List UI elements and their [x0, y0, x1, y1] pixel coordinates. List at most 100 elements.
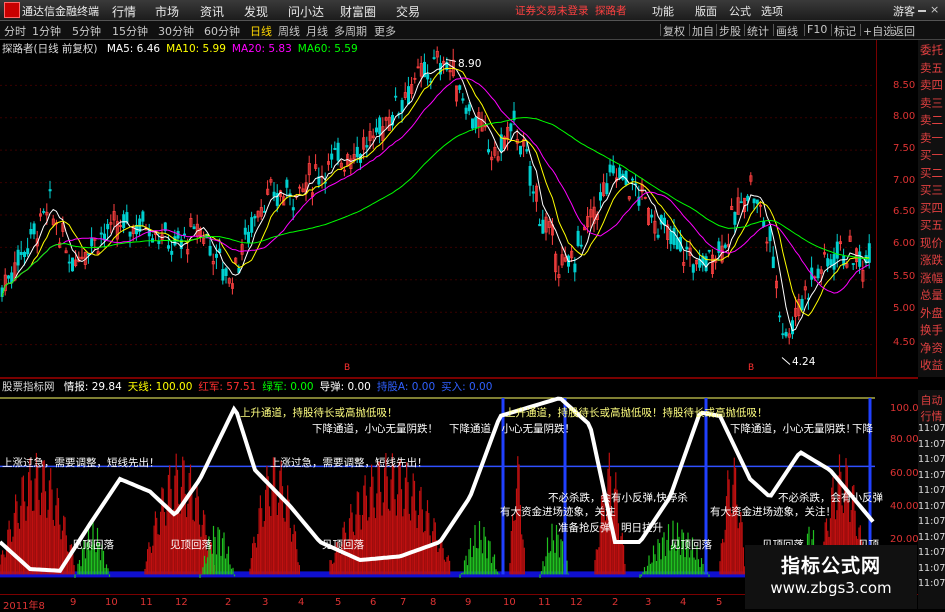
indicator-text: 见顶回落	[72, 539, 114, 551]
menu-item[interactable]: 市场	[155, 3, 179, 20]
quote-field-label: 现价	[920, 235, 943, 250]
toolbar-separator	[773, 24, 774, 36]
candle-body	[42, 211, 46, 213]
period-tab[interactable]: 多周期	[334, 23, 367, 39]
indicator-text: 见顶回落	[670, 539, 712, 551]
ma-legend: 探路者(日线 前复权) MA5: 6.46 MA10: 5.99 MA20: 5.8…	[2, 41, 358, 55]
period-tab[interactable]: 月线	[306, 23, 328, 39]
period-tab[interactable]: 更多	[374, 23, 396, 39]
candle-body	[611, 165, 615, 174]
quote-field-label: 卖一	[920, 130, 943, 145]
candle-body	[528, 165, 532, 186]
period-tab[interactable]: 5分钟	[72, 23, 101, 39]
candle-body	[192, 226, 196, 230]
right-menu-item[interactable]: 版面	[695, 3, 717, 19]
candle-body	[474, 117, 478, 129]
menu-item[interactable]: 问小达	[288, 3, 324, 20]
period-tab[interactable]: 60分钟	[204, 23, 240, 39]
low-annotation: 4.24	[792, 356, 816, 368]
indicator-text: 有大资金进场迹象，关注！	[710, 506, 836, 518]
candle-body	[374, 127, 378, 133]
toolbar-button[interactable]: 标记	[834, 23, 856, 39]
time-panel-item: 11:07	[918, 438, 945, 450]
period-tab[interactable]: 1分钟	[32, 23, 61, 39]
time-panel-item: 11:07	[918, 500, 945, 512]
login-warning[interactable]: 证券交易未登录	[515, 3, 589, 18]
ma-line	[1, 62, 870, 332]
price-tick: 6.00	[893, 238, 916, 249]
candle-body	[221, 269, 225, 281]
toolbar-button[interactable]: 复权	[663, 23, 685, 39]
date-tick: 4	[298, 597, 305, 608]
menu-bar: 通达信金融终端 证券交易未登录 探路者 游客 × 行情 市场 资讯 发现 问小达 财富圈 交…	[0, 0, 945, 21]
time-panel-item: 11:07	[918, 547, 945, 558]
candle-body	[333, 147, 337, 150]
candle-body	[272, 191, 276, 197]
menu-item[interactable]: 资讯	[200, 3, 224, 20]
stock-title: 探路者(日线 前复权)	[2, 43, 98, 55]
candle-body	[253, 215, 257, 219]
user-name[interactable]: 探路者	[595, 3, 627, 18]
candle-body	[16, 249, 20, 266]
candle-body	[618, 167, 622, 179]
indicator-text: 上涨过急，需要调整，短线先出！	[2, 457, 160, 469]
period-tab[interactable]: 周线	[278, 23, 300, 39]
period-tab[interactable]: 30分钟	[158, 23, 194, 39]
toolbar-separator	[831, 24, 832, 36]
candle-body	[858, 251, 862, 267]
toolbar-separator	[689, 24, 690, 36]
price-tick: 6.50	[893, 206, 916, 217]
indicator-text: 下降通道，小心无量阴跌！	[312, 423, 438, 435]
candle-body	[426, 73, 430, 80]
close-icon[interactable]: ×	[930, 4, 939, 15]
menu-item[interactable]: 行情	[112, 3, 136, 20]
candle-body	[755, 199, 759, 204]
indicator-text: 有大资金进场迹象，关注	[500, 506, 616, 518]
candle-body	[691, 264, 695, 273]
candle-body	[461, 98, 465, 101]
toolbar-separator	[660, 24, 661, 36]
candle-body	[224, 268, 228, 276]
guest-label[interactable]: 游客	[893, 3, 915, 19]
candle-body	[669, 230, 673, 245]
quote-field-label: 委托	[920, 43, 943, 57]
time-panel-item: 11:07	[918, 454, 945, 465]
toolbar-button[interactable]: 统计	[747, 23, 769, 39]
indicator-chart[interactable]	[0, 390, 875, 590]
candle-body	[330, 153, 334, 160]
toolbar-button[interactable]: 返回	[893, 23, 915, 39]
candle-body	[182, 233, 186, 236]
toolbar-button[interactable]: 加自	[692, 23, 714, 39]
toolbar-separator	[860, 24, 861, 36]
ma-line	[1, 77, 870, 297]
menu-item[interactable]: 发现	[244, 3, 268, 20]
period-tab[interactable]: 15分钟	[112, 23, 148, 39]
candle-body	[746, 195, 750, 202]
right-menu-item[interactable]: 功能	[652, 3, 674, 19]
right-menu-item[interactable]: 公式	[729, 3, 751, 19]
candle-body	[29, 228, 33, 235]
period-tab[interactable]: 日线	[250, 23, 272, 39]
quote-panel: 委托 卖五 卖四 卖三 卖二 卖一 买一 买二 买三 买四 买五 现价 涨跌 涨幅 总量 外盘 换手 净资 收益	[918, 40, 945, 377]
period-tab[interactable]: 分时	[4, 23, 26, 39]
right-menu-item[interactable]: 选项	[761, 3, 783, 19]
toolbar-button[interactable]: 步股	[719, 23, 741, 39]
toolbar-button[interactable]: F10	[807, 23, 827, 36]
candle-body	[531, 191, 535, 194]
candle-body	[519, 145, 523, 155]
menu-item[interactable]: 财富圈	[340, 3, 376, 20]
candle-body	[122, 214, 126, 229]
toolbar-separator	[890, 24, 891, 36]
time-panel-item: 11:07	[918, 562, 945, 574]
date-tick: 9	[465, 597, 472, 608]
menu-item[interactable]: 交易	[396, 3, 420, 20]
ma-legend-item: MA10: 5.99	[166, 43, 226, 55]
high-annotation: 8.90	[458, 58, 482, 70]
minimize-icon[interactable]	[918, 10, 926, 12]
candle-body	[470, 118, 474, 129]
toolbar-button[interactable]: 画线	[776, 23, 798, 39]
price-chart[interactable]: BB	[0, 40, 875, 377]
candle-body	[467, 104, 471, 112]
price-tick: 8.00	[893, 111, 916, 122]
candle-body	[650, 214, 654, 218]
